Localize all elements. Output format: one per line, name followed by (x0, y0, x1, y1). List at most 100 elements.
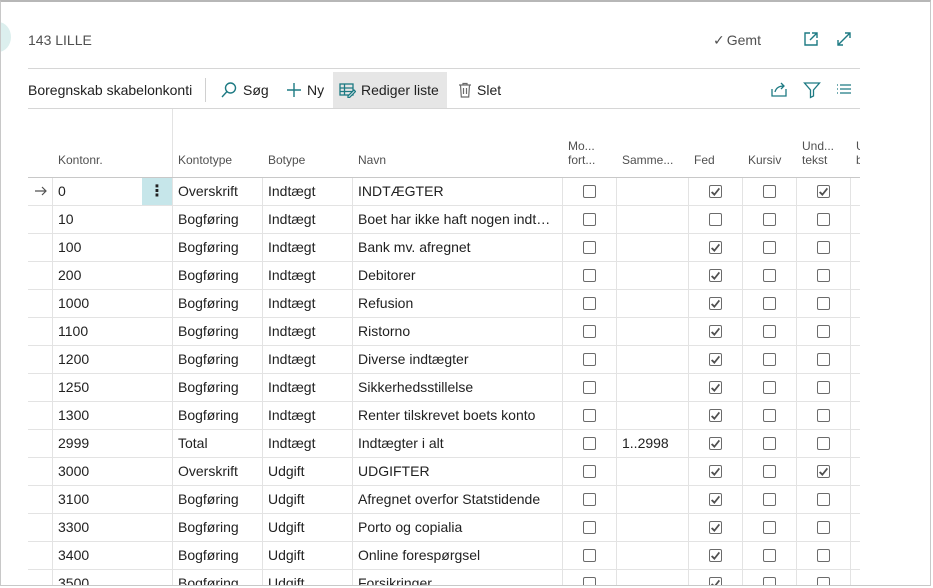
checkbox-bold[interactable] (709, 381, 722, 394)
cell-totaling[interactable] (622, 178, 684, 205)
cell-estate-type[interactable]: Indtægt (268, 346, 350, 373)
cell-account-type[interactable]: Overskrift (178, 178, 260, 205)
table-row[interactable]: 3000 Overskrift Udgift UDGIFTER (28, 458, 860, 486)
checkbox-italic[interactable] (763, 241, 776, 254)
table-row[interactable]: 3500 Bogføring Udgift Forsikringer (28, 570, 860, 585)
checkbox-bold[interactable] (709, 493, 722, 506)
checkbox-bold[interactable] (709, 465, 722, 478)
checkbox-mo[interactable] (583, 437, 596, 450)
table-row[interactable]: 1300 Bogføring Indtægt Renter tilskrevet bo… (28, 402, 860, 430)
cell-name[interactable]: Afregnet overfor Statstidende (358, 486, 554, 513)
checkbox-und[interactable] (817, 213, 830, 226)
cell-totaling[interactable] (622, 486, 684, 513)
cell-account-type[interactable]: Bogføring (178, 346, 260, 373)
checkbox-mo[interactable] (583, 213, 596, 226)
table-row[interactable]: 1200 Bogføring Indtægt Diverse indtægter (28, 346, 860, 374)
open-in-new-window-icon[interactable] (802, 30, 822, 50)
checkbox-bold[interactable] (709, 353, 722, 366)
checkbox-mo[interactable] (583, 409, 596, 422)
cell-estate-type[interactable]: Indtægt (268, 178, 350, 205)
cell-account-type[interactable]: Bogføring (178, 206, 260, 233)
cell-account-type[interactable]: Bogføring (178, 374, 260, 401)
cell-name[interactable]: Refusion (358, 290, 554, 317)
checkbox-italic[interactable] (763, 577, 776, 585)
cell-name[interactable]: INDTÆGTER (358, 178, 554, 205)
cell-totaling[interactable]: 1..2998 (622, 430, 684, 457)
cell-estate-type[interactable]: Indtægt (268, 206, 350, 233)
search-button[interactable]: Søg (214, 72, 275, 108)
checkbox-bold[interactable] (709, 213, 722, 226)
table-row[interactable]: 10 Bogføring Indtægt Boet har ikke haft nog… (28, 206, 860, 234)
cell-name[interactable]: Renter tilskrevet boets konto (358, 402, 554, 429)
checkbox-mo[interactable] (583, 325, 596, 338)
row-actions-menu-icon[interactable]: ⋮ (142, 178, 172, 205)
checkbox-mo[interactable] (583, 241, 596, 254)
checkbox-italic[interactable] (763, 353, 776, 366)
cell-name[interactable]: Indtægter i alt (358, 430, 554, 457)
edit-list-button[interactable]: Rediger liste (333, 72, 447, 108)
checkbox-mo[interactable] (583, 493, 596, 506)
cell-account-no[interactable]: 3100 (58, 486, 138, 513)
checkbox-mo[interactable] (583, 381, 596, 394)
checkbox-und[interactable] (817, 381, 830, 394)
checkbox-italic[interactable] (763, 521, 776, 534)
cell-account-no[interactable]: 3000 (58, 458, 138, 485)
cell-account-no[interactable]: 100 (58, 234, 138, 261)
checkbox-italic[interactable] (763, 549, 776, 562)
checkbox-mo[interactable] (583, 465, 596, 478)
cell-account-type[interactable]: Bogføring (178, 290, 260, 317)
cell-account-no[interactable]: 2999 (58, 430, 138, 457)
checkbox-bold[interactable] (709, 549, 722, 562)
checkbox-und[interactable] (817, 465, 830, 478)
cell-estate-type[interactable]: Udgift (268, 458, 350, 485)
expand-icon[interactable] (835, 30, 855, 50)
cell-account-type[interactable]: Bogføring (178, 402, 260, 429)
cell-account-no[interactable]: 3500 (58, 570, 138, 585)
checkbox-bold[interactable] (709, 269, 722, 282)
checkbox-bold[interactable] (709, 185, 722, 198)
cell-account-type[interactable]: Total (178, 430, 260, 457)
cell-account-type[interactable]: Bogføring (178, 570, 260, 585)
list-view-icon[interactable] (835, 81, 853, 99)
checkbox-bold[interactable] (709, 297, 722, 310)
checkbox-mo[interactable] (583, 521, 596, 534)
cell-estate-type[interactable]: Indtægt (268, 318, 350, 345)
cell-estate-type[interactable]: Indtægt (268, 234, 350, 261)
cell-name[interactable]: UDGIFTER (358, 458, 554, 485)
cell-account-no[interactable]: 3300 (58, 514, 138, 541)
checkbox-italic[interactable] (763, 297, 776, 310)
checkbox-italic[interactable] (763, 269, 776, 282)
checkbox-bold[interactable] (709, 437, 722, 450)
checkbox-italic[interactable] (763, 185, 776, 198)
cell-totaling[interactable] (622, 458, 684, 485)
cell-totaling[interactable] (622, 206, 684, 233)
cell-account-no[interactable]: 200 (58, 262, 138, 289)
checkbox-und[interactable] (817, 353, 830, 366)
checkbox-mo[interactable] (583, 297, 596, 310)
cell-account-no[interactable]: 1100 (58, 318, 138, 345)
cell-account-no[interactable]: 10 (58, 206, 138, 233)
cell-totaling[interactable] (622, 234, 684, 261)
cell-name[interactable]: Ristorno (358, 318, 554, 345)
cell-account-type[interactable]: Bogføring (178, 486, 260, 513)
cell-name[interactable]: Forsikringer (358, 570, 554, 585)
checkbox-italic[interactable] (763, 465, 776, 478)
checkbox-und[interactable] (817, 241, 830, 254)
checkbox-und[interactable] (817, 549, 830, 562)
cell-name[interactable]: Online forespørgsel (358, 542, 554, 569)
cell-estate-type[interactable]: Indtægt (268, 402, 350, 429)
cell-account-no[interactable]: 1200 (58, 346, 138, 373)
checkbox-bold[interactable] (709, 241, 722, 254)
checkbox-italic[interactable] (763, 381, 776, 394)
cell-totaling[interactable] (622, 262, 684, 289)
cell-totaling[interactable] (622, 402, 684, 429)
cell-account-no[interactable]: 1250 (58, 374, 138, 401)
cell-account-no[interactable]: 1300 (58, 402, 138, 429)
cell-name[interactable]: Porto og copialia (358, 514, 554, 541)
new-button[interactable]: Ny (280, 72, 330, 108)
side-panel-handle[interactable] (1, 22, 11, 52)
checkbox-mo[interactable] (583, 549, 596, 562)
cell-name[interactable]: Debitorer (358, 262, 554, 289)
cell-account-type[interactable]: Bogføring (178, 234, 260, 261)
checkbox-italic[interactable] (763, 493, 776, 506)
